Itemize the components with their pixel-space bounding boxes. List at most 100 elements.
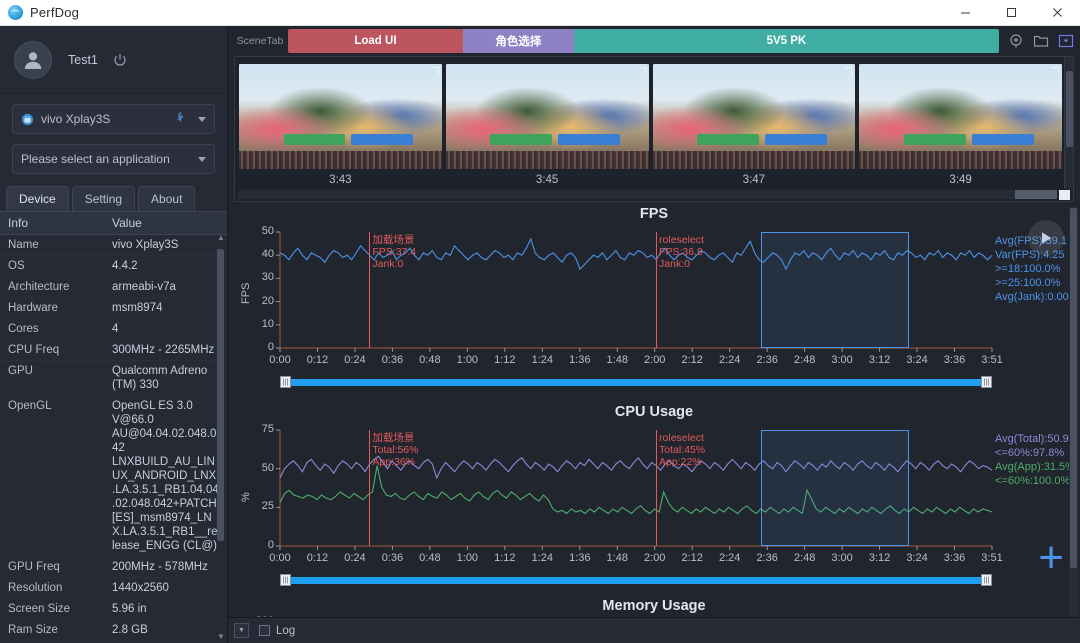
table-row[interactable]: Architecture armeabi-v7a [0,277,227,298]
scene-segment-2[interactable]: 角色选择 [462,29,574,53]
table-row[interactable]: Cores 4 [0,319,227,340]
scrub-grip-left[interactable]: ||| [280,376,291,388]
annotation-line: 加载场景 [372,234,415,246]
add-plus-icon[interactable]: + [1038,536,1064,580]
table-row[interactable]: OS 4.4.2 [0,256,227,277]
device-info-scrollbar[interactable]: ▲ ▼ [216,233,225,641]
table-row[interactable]: Resolution 1440x2560 [0,578,227,599]
annotation-marker-line[interactable] [369,430,371,546]
table-cell-info: Ram Size [8,624,58,636]
scroll-up-icon[interactable]: ▲ [217,233,225,242]
chart-title-fps: FPS [639,206,669,222]
thumbnail-item[interactable]: 3:49 [859,63,1062,186]
annotation-line: Jank:0 [372,258,404,270]
annotation-line: Total:56% [372,444,419,456]
log-checkbox-box[interactable] [259,625,270,636]
cpu-time-scrubber[interactable]: ||| ||| [280,574,992,586]
scrollbar-thumb[interactable] [217,249,224,541]
tab-setting[interactable]: Setting [71,186,136,211]
chart-selection-box[interactable] [760,430,909,546]
tab-about[interactable]: About [138,186,196,211]
table-row[interactable]: Ram Size 2.8 GB [0,620,227,641]
chart-stat: >=25:100.0% [995,277,1061,289]
expand-corner-icon[interactable] [430,66,439,75]
table-row[interactable]: Hardware msm8974 [0,298,227,319]
play-icon[interactable] [1028,220,1064,256]
thumbnail-timestamp: 3:49 [949,173,972,186]
annotation-marker-line[interactable] [369,232,371,348]
scroll-down-icon[interactable]: ▼ [217,632,225,641]
thumbnail-scroll-end[interactable] [1059,189,1070,200]
chart-plot-cpu[interactable]: 0 25 50 75 0:00 0:12 0:24 0:36 0:48 1:00 1:12 1:24 1… [228,420,1080,572]
scene-segment-1[interactable]: Load UI [288,29,463,53]
table-cell-info: OpenGL [8,400,52,412]
expand-corner-icon[interactable] [844,66,853,75]
thumbnail-horizontal-scrollbar[interactable] [235,188,1073,201]
export-box-icon[interactable] [1058,33,1074,49]
sidebar-tabs: Device Setting About [6,186,221,211]
chart-plot-fps[interactable]: 0 10 20 30 40 50 0:00 0:12 0:24 0:36 0:48 1:00 1:12 1… [228,222,1080,374]
chevron-down-icon[interactable] [198,116,206,122]
usb-link-icon[interactable] [174,111,189,127]
location-pin-icon[interactable] [1008,33,1024,49]
android-icon [21,113,34,126]
chart-selection-box[interactable] [760,232,909,348]
folder-open-icon[interactable] [1033,33,1049,49]
table-row[interactable]: GPU Qualcomm Adreno (TM) 330 [0,361,227,396]
thumbnail-image[interactable] [859,63,1062,169]
table-cell-value: msm8974 [112,302,163,314]
collapse-caret-icon[interactable]: ▼ [234,623,249,638]
fps-time-scrubber[interactable]: ||| ||| [280,376,992,388]
application-selector-value: Please select an application [21,152,170,166]
thumbnail-item[interactable]: 3:43 [239,63,442,186]
expand-corner-icon[interactable] [637,66,646,75]
table-cell-info: GPU Freq [8,561,60,573]
scene-tab-bar: SceneTab Load UI 角色选择 5V5 PK [228,26,1080,56]
scene-segment-3[interactable]: 5V5 PK [573,29,999,53]
thumbnail-item[interactable]: 3:47 [652,63,856,186]
chart-cpu: CPU Usage 0 25 50 75 0:00 0:12 0:24 0:36 0:48 1:0… [228,404,1080,594]
table-cell-value: 1440x2560 [112,582,169,594]
table-row[interactable]: CPU Freq 300MHz - 2265MHz [0,340,227,361]
column-header-info: Info [8,216,29,230]
table-cell-info: Resolution [8,582,63,594]
thumbnail-image[interactable] [239,63,442,169]
table-row[interactable]: Screen Size 5.96 in [0,599,227,620]
table-row[interactable]: GPU Freq 200MHz - 578MHz [0,557,227,578]
minimize-button[interactable] [942,0,988,25]
scrub-grip-right[interactable]: ||| [981,376,992,388]
power-icon[interactable] [113,53,127,67]
tab-device[interactable]: Device [6,186,69,211]
charts-scrollbar[interactable] [1069,206,1078,617]
log-checkbox[interactable]: Log [259,625,295,637]
application-selector[interactable]: Please select an application [12,144,215,174]
chart-plot-memory[interactable]: 300加载场景roleselectAvg(Memory):276 M [228,614,1080,617]
table-cell-value: 200MHz - 578MHz [112,561,208,573]
maximize-button[interactable] [988,0,1034,25]
chevron-down-icon[interactable] [198,156,206,162]
close-button[interactable] [1034,0,1080,25]
thumbnail-list: 3:43 3:45 3:47 3:49 [235,57,1064,188]
table-row[interactable]: Name vivo Xplay3S [0,235,227,256]
thumbnail-image[interactable] [652,63,856,169]
table-row[interactable]: OpenGL OpenGL ES 3.0 V@66.0 AU@04.04.02.0… [0,396,227,557]
annotation-marker-line[interactable] [656,232,658,348]
thumbnail-item[interactable]: 3:45 [445,63,649,186]
annotation-line: App:22% [659,456,702,468]
scrub-bar[interactable] [291,378,981,386]
device-selector[interactable]: vivo Xplay3S [12,104,215,134]
annotation-marker-line[interactable] [656,430,658,546]
table-cell-value: 2.8 GB [112,624,148,636]
thumbnail-vertical-scrollbar[interactable] [1064,57,1073,188]
scrub-grip-right[interactable]: ||| [981,574,992,586]
thumbnail-scroll-thumb[interactable] [1015,190,1057,199]
thumbnail-image[interactable] [445,63,649,169]
scrub-grip-left[interactable]: ||| [280,574,291,586]
scene-tab-label: SceneTab [236,35,284,47]
column-header-value: Value [112,216,142,230]
table-cell-value: 5.96 in [112,603,147,615]
thumbnail-timestamp: 3:47 [742,173,766,186]
scrub-bar[interactable] [291,576,981,584]
expand-corner-icon[interactable] [1051,66,1059,75]
log-label: Log [276,624,296,637]
